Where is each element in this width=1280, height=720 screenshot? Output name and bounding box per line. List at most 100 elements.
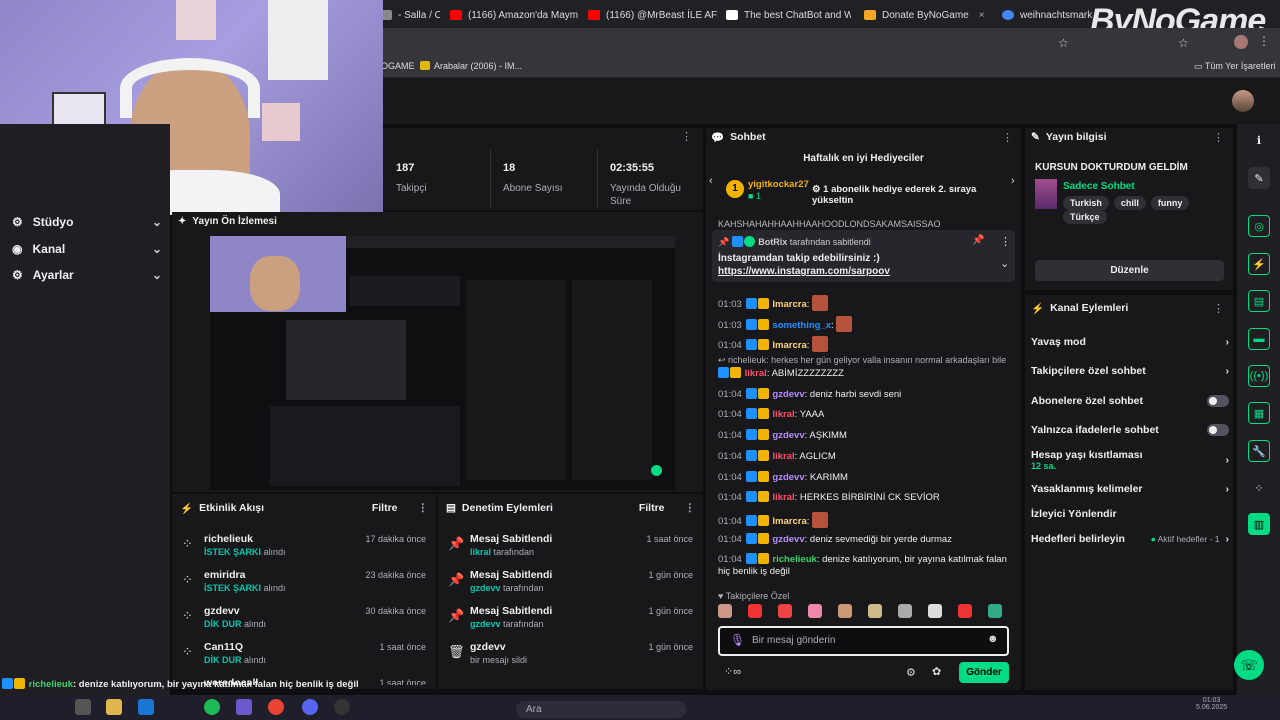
toggle-switch[interactable] — [1207, 424, 1229, 436]
channel-action-row[interactable]: Yasaklanmış kelimeler › — [1031, 483, 1229, 495]
sidebar-item-channel[interactable]: ◉ Kanal ⌄ — [12, 242, 162, 256]
list-item[interactable]: ⁘ richelieuk İSTEK ŞARKI alındı 17 dakika ö… — [172, 530, 436, 564]
chat-username[interactable]: Imarcra — [772, 516, 806, 527]
sidebar-item-settings[interactable]: ⚙ Ayarlar ⌄ — [12, 268, 162, 282]
filter-button[interactable]: Filtre — [639, 502, 665, 514]
channel-action-row[interactable]: İzleyici Yönlendir — [1031, 508, 1229, 520]
wrench-icon[interactable]: 🔧 — [1248, 440, 1270, 462]
channel-action-row[interactable]: Takipçilere özel sohbet › — [1031, 365, 1229, 377]
toggle-switch[interactable] — [1207, 395, 1229, 407]
info-icon[interactable]: ℹ — [1248, 129, 1270, 151]
chat-username[interactable]: gzdevv — [772, 389, 804, 400]
channel-action-row[interactable]: Yavaş mod › — [1031, 336, 1229, 348]
chat-message[interactable]: 01:04 gzdevv: AŞKIMM — [718, 429, 1008, 442]
more-icon[interactable]: ⋮ — [681, 130, 692, 143]
bookmark-item[interactable]: Arabalar (2006) - IM... — [434, 61, 522, 71]
user-name[interactable]: gzdevv — [204, 605, 240, 617]
emoji-icon[interactable]: ☻ — [987, 633, 999, 645]
channel-action-row[interactable]: Hesap yaşı kısıtlaması 12 sa. › — [1031, 449, 1229, 471]
chat-username[interactable]: Imarcra — [772, 299, 806, 310]
emote-icon[interactable] — [838, 604, 852, 618]
browser-tab[interactable]: The best ChatBot and Wi× — [726, 4, 851, 26]
emote-icon[interactable] — [718, 604, 732, 618]
list-item[interactable]: 📌 Mesaj Sabitlendi gzdevv tarafından 1 gün … — [438, 566, 703, 600]
points-icon[interactable]: ⁘∞ — [724, 665, 741, 678]
browser-tab[interactable]: weihnachtsmarkt — [1002, 4, 1092, 26]
more-icon[interactable]: ⋮ — [1213, 131, 1224, 144]
stream-tag[interactable]: Turkish — [1063, 196, 1109, 210]
microphone-icon[interactable]: 🎙 — [730, 633, 745, 647]
browser-tab[interactable]: (1166) @MrBeast İLE AFRİ× — [588, 4, 718, 26]
sidebar-item-studio[interactable]: ⚙ Stüdyo ⌄ — [12, 215, 162, 229]
chat-icon[interactable]: ▬ — [1248, 328, 1270, 350]
emote-icon[interactable] — [778, 604, 792, 618]
chat-username[interactable]: richelieuk — [772, 554, 816, 565]
mod-tools-icon[interactable]: ✿ — [932, 665, 941, 678]
chat-message[interactable]: 01:04 Imarcra: — [718, 512, 1008, 528]
windows-start-icon[interactable] — [75, 699, 91, 715]
chevron-left-icon[interactable]: ‹ — [709, 175, 713, 187]
channel-action-row[interactable]: Hedefleri belirleyin ● Aktif hedefler - 1… — [1031, 533, 1229, 545]
browser-tab[interactable]: Donate ByNoGame × — [864, 4, 994, 26]
emote-icon[interactable] — [928, 604, 942, 618]
chat-username[interactable]: likral — [772, 451, 794, 462]
folder-icon[interactable] — [106, 699, 122, 715]
stream-tag[interactable]: chill — [1113, 196, 1146, 210]
chat-message[interactable]: 01:03 Imarcra: — [718, 295, 1008, 311]
all-bookmarks[interactable]: ▭ Tüm Yer İşaretleri — [1194, 61, 1275, 72]
chat-message[interactable]: 01:04 gzdevv: deniz harbi sevdi seni — [718, 388, 1008, 401]
category-link[interactable]: Sadece Sohbet — [1063, 181, 1135, 192]
list-item[interactable]: ⁘ emiridra İSTEK ŞARKI alındı 23 dakika önc… — [172, 566, 436, 600]
emote-icon[interactable] — [808, 604, 822, 618]
close-icon[interactable]: × — [979, 10, 985, 21]
chat-username[interactable]: something_x — [772, 320, 831, 331]
list-item[interactable]: 📌 Mesaj Sabitlendi gzdevv tarafından 1 gün … — [438, 602, 703, 636]
send-button[interactable]: Gönder — [959, 662, 1009, 683]
list-item[interactable]: ⁘ gzdevv DİK DUR alındı 30 dakika önce — [172, 602, 436, 636]
star-icon[interactable]: ☆ — [1058, 36, 1069, 50]
more-icon[interactable]: ⋮ — [418, 502, 429, 514]
star-icon[interactable]: ☆ — [1178, 36, 1189, 50]
user-avatar[interactable] — [1232, 90, 1254, 112]
chat-username[interactable]: gzdevv — [772, 430, 804, 441]
leader-name[interactable]: yigitkockar27 — [748, 179, 809, 190]
obs-icon[interactable] — [334, 699, 350, 715]
chat-message[interactable]: 01:04 gzdevv: KARIMM — [718, 471, 1008, 484]
pin-icon[interactable]: 📌 — [972, 235, 984, 246]
channel-action-row[interactable]: Yalnızca ifadelerle sohbet — [1031, 424, 1229, 436]
taskbar-clock[interactable]: 01:03 5.06.2025 — [1196, 697, 1227, 711]
list-item[interactable]: 📌 Mesaj Sabitlendi likral tarafından 1 saat… — [438, 530, 703, 564]
user-name[interactable]: emiridra — [204, 569, 245, 581]
chevron-right-icon[interactable]: › — [1011, 175, 1015, 187]
spotify-icon[interactable] — [204, 699, 220, 715]
chat-message[interactable]: likral: ABİMİZZZZZZZZ — [718, 367, 1008, 380]
stream-tag[interactable]: Türkçe — [1063, 210, 1107, 224]
browser-tab[interactable]: (1166) Amazon'da Maym× — [450, 4, 585, 26]
user-name[interactable]: Can11Q — [204, 641, 243, 653]
emote-icon[interactable] — [868, 604, 882, 618]
clipboard-icon[interactable]: ▤ — [1248, 290, 1270, 312]
category-boxart[interactable] — [1035, 179, 1057, 209]
chat-message[interactable]: 01:04 Imarcra: — [718, 336, 1008, 352]
help-button[interactable]: ☏ — [1234, 650, 1264, 680]
discord-icon[interactable] — [302, 699, 318, 715]
chat-message[interactable]: 01:03 something_x: — [718, 316, 1008, 332]
lightning-icon[interactable]: ⚡ — [1248, 253, 1270, 275]
taskbar-search[interactable]: Ara — [516, 701, 686, 718]
chevron-down-icon[interactable]: ⌄ — [1000, 257, 1009, 270]
chat-username[interactable]: likral — [772, 409, 794, 420]
channel-action-row[interactable]: Abonelere özel sohbet — [1031, 395, 1229, 407]
user-name[interactable]: richelieuk — [204, 533, 253, 545]
layout-icon[interactable]: ▦ — [1248, 402, 1270, 424]
clapper-icon[interactable]: ▥ — [1248, 513, 1270, 535]
chat-username[interactable]: gzdevv — [772, 472, 804, 483]
more-icon[interactable]: ⋮ — [1002, 131, 1013, 144]
chat-username[interactable]: likral — [772, 492, 794, 503]
emote-icon[interactable] — [988, 604, 1002, 618]
list-item[interactable]: ⁘ Can11Q DİK DUR alındı 1 saat önce — [172, 638, 436, 672]
stream-tag[interactable]: funny — [1150, 196, 1190, 210]
edit-button[interactable]: Düzenle — [1035, 260, 1224, 281]
chat-message[interactable]: 01:04 likral: HERKES BİRBİRİNİ CK SEVİOR — [718, 491, 1008, 504]
chrome-icon[interactable] — [268, 699, 284, 715]
broadcast-icon[interactable]: ((•)) — [1248, 365, 1270, 387]
